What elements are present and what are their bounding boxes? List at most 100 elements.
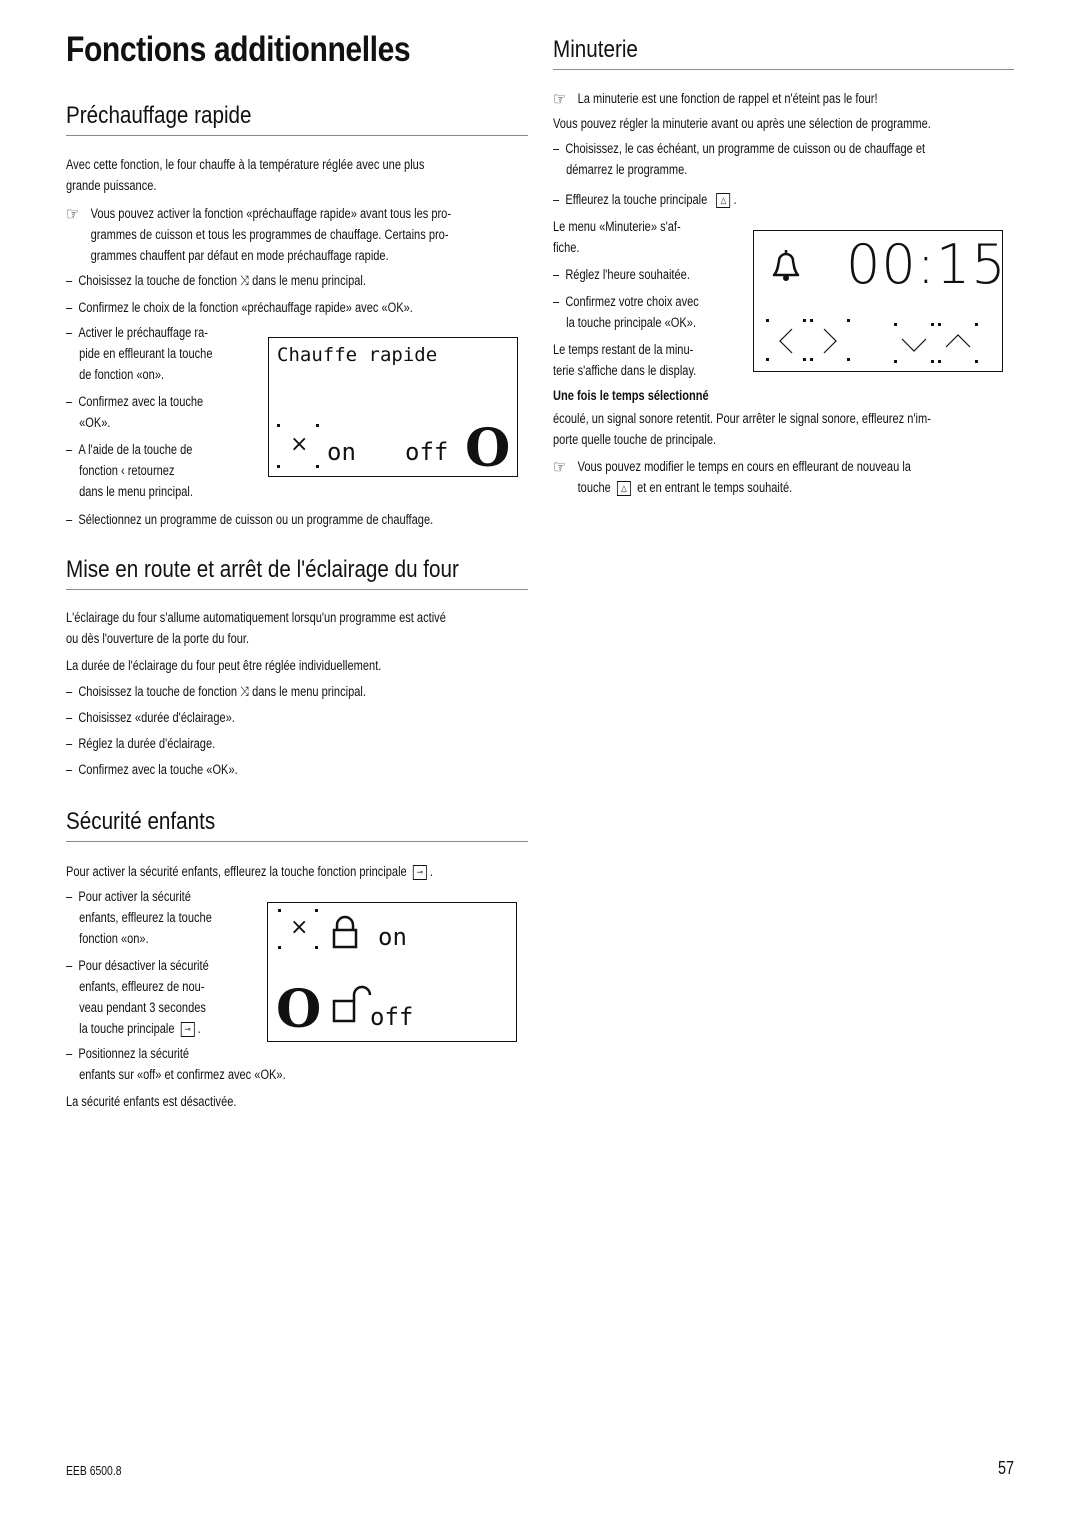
step-item: Confirmez avec la touche (66, 391, 212, 412)
section-divider (66, 841, 528, 842)
step-item: Sélectionnez un programme de cuisson ou … (66, 509, 433, 530)
text-line: pide en effleurant la touche (79, 346, 213, 361)
text-line: Vous pouvez modifier le temps en cours e… (577, 459, 911, 474)
lcd-right-button[interactable] (810, 319, 850, 361)
text-line: grammes chauffent par défaut en mode pré… (90, 248, 389, 263)
prechauffage-steps: Choisissez la touche de fonction ⤨ dans … (66, 270, 413, 318)
text-line: touche (577, 480, 611, 495)
minuterie-bottom: écoulé, un signal sonore retentit. Pour … (553, 408, 931, 498)
lcd-up-button[interactable] (938, 323, 978, 363)
text-line: L'éclairage du four s'allume automatique… (66, 610, 446, 625)
pointing-hand-icon: ☞ (553, 457, 567, 478)
prechauffage-intro: Avec cette fonction, le four chauffe à l… (66, 154, 424, 196)
section-heading-minuterie: Minuterie (553, 36, 638, 63)
lcd-on-option[interactable]: on (378, 923, 407, 951)
step-item: Réglez l'heure souhaitée. (553, 264, 737, 285)
text-line: grande puissance. (66, 178, 157, 193)
text-line: fonction «on». (79, 931, 149, 946)
lcd-x-button[interactable]: × (278, 909, 318, 949)
text-line: Le menu «Minuterie» s'af- (553, 219, 681, 234)
text-line: Pour activer la sécurité enfants, effleu… (66, 864, 407, 879)
text-line: enfants, effleurez de nou- (79, 979, 205, 994)
text-line: démarrez le programme. (566, 162, 688, 177)
lcd-state-indicator: O (465, 418, 511, 479)
step-item: A l'aide de la touche de (66, 439, 212, 460)
pointing-hand-icon: ☞ (553, 89, 567, 110)
text-line: écoulé, un signal sonore retentit. Pour … (553, 411, 931, 426)
chevron-right-icon (823, 328, 837, 354)
page-number: 57 (997, 1458, 1014, 1478)
text-line: et en entrant le temps souhaité. (637, 480, 793, 495)
text-line: la touche principale «OK». (566, 315, 696, 330)
lcd-securite-enfants: × on O off (267, 902, 517, 1042)
section-heading-securite: Sécurité enfants (66, 808, 216, 835)
prechauffage-note: ☞ Vous pouvez activer la fonction «précha… (66, 203, 451, 266)
step-item: Réglez la durée d'éclairage. (66, 733, 446, 754)
text-line: terie s'affiche dans le display. (553, 363, 697, 378)
key-icon: ⊸ (180, 1021, 195, 1037)
lcd-minuterie: 00:15 (753, 230, 1006, 372)
text-line: porte quelle touche de principale. (553, 432, 717, 447)
text-line: la touche principale (79, 1021, 175, 1036)
bell-key-icon: △ (716, 192, 731, 208)
step-item: Choisissez la touche de fonction ⤨ dans … (66, 681, 446, 702)
key-icon: ⊸ (412, 864, 427, 880)
close-icon: × (290, 915, 309, 940)
step-item: Pour activer la sécurité (66, 886, 286, 907)
chevron-left-icon (779, 328, 793, 354)
lcd-off-option[interactable]: off (370, 1003, 413, 1031)
lcd-chauffe-rapide: Chauffe rapide × on off O (268, 337, 518, 479)
text-line: Le temps restant de la minu- (553, 342, 694, 357)
text-line: La minuterie est une fonction de rappel … (577, 91, 878, 106)
lcd-left-button[interactable] (766, 319, 806, 361)
bell-icon (772, 250, 800, 281)
step-item: Pour désactiver la sécurité (66, 955, 286, 976)
step-item: Effleurez la touche principale (565, 192, 708, 207)
text-line: enfants sur «off» et confirmez avec «OK»… (79, 1067, 286, 1082)
text-line: de fonction «on». (79, 367, 165, 382)
lcd-off-option[interactable]: off (405, 438, 448, 466)
section-divider (553, 69, 1014, 70)
securite-intro: Pour activer la sécurité enfants, effleu… (66, 864, 433, 880)
chevron-down-icon (901, 338, 927, 352)
bell-key-icon: △ (617, 480, 631, 496)
footer-model: EEB 6500.8 (66, 1463, 122, 1478)
page-title: Fonctions additionnelles (66, 30, 411, 69)
lock-open-icon (332, 985, 372, 1023)
text-line: grammes de cuisson et tous les programme… (90, 227, 449, 242)
lcd-label: Chauffe rapide (277, 344, 438, 366)
eclairage-body: L'éclairage du four s'allume automatique… (66, 607, 446, 780)
text-line: La durée de l'éclairage du four peut êtr… (66, 658, 382, 673)
lcd-state-indicator: O (276, 979, 322, 1040)
text-line: Vous pouvez activer la fonction «préchau… (90, 206, 452, 221)
step-item: Confirmez avec la touche «OK». (66, 759, 446, 780)
prechauffage-steps-narrow: Activer le préchauffage ra- pide en effl… (66, 322, 212, 502)
text-line: Une fois le temps sélectionné (553, 388, 709, 403)
step-item: Choisissez, le cas échéant, un programme… (553, 138, 931, 159)
lcd-x-button[interactable]: × (277, 424, 319, 468)
close-icon: × (290, 432, 309, 457)
step-item: Choisissez «durée d'éclairage». (66, 707, 446, 728)
text-line: ou dès l'ouverture de la porte du four. (66, 631, 250, 646)
text-line: Vous pouvez régler la minuterie avant ou… (553, 116, 931, 131)
text-line: dans le menu principal. (79, 484, 193, 499)
section-divider (66, 135, 528, 136)
text-line: La sécurité enfants est désactivée. (66, 1094, 237, 1109)
step-item: Choisissez la touche de fonction ⤨ dans … (66, 270, 413, 291)
chevron-up-icon (945, 334, 971, 348)
section-heading-eclairage: Mise en route et arrêt de l'éclairage du… (66, 556, 459, 583)
step-item: Positionnez la sécurité (66, 1043, 286, 1064)
minuterie-steps: Effleurez la touche principale △ . Le me… (553, 189, 737, 406)
lcd-down-button[interactable] (894, 323, 934, 363)
lcd-on-option[interactable]: on (327, 438, 356, 466)
text-line: «OK». (79, 415, 111, 430)
text-line: fiche. (553, 240, 580, 255)
text-line: veau pendant 3 secondes (79, 1000, 206, 1015)
prechauffage-last-step: Sélectionnez un programme de cuisson ou … (66, 509, 433, 530)
section-heading-prechauffage: Préchauffage rapide (66, 102, 252, 129)
step-item: Confirmez votre choix avec (553, 291, 737, 312)
pointing-hand-icon: ☞ (66, 204, 80, 225)
lock-closed-icon (332, 915, 358, 949)
text-line: fonction ‹ retournez (79, 463, 175, 478)
section-divider (66, 589, 528, 590)
